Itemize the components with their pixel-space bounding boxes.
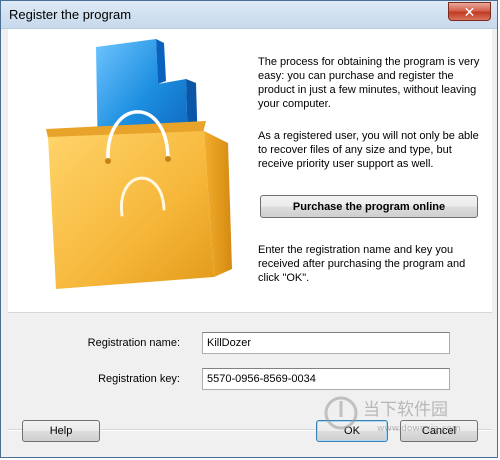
info-panel: The process for obtaining the program is… xyxy=(8,29,492,313)
register-dialog: Register the program ✕ The process for o… xyxy=(0,0,498,458)
info-paragraph-purchase: The process for obtaining the program is… xyxy=(258,56,480,110)
window-title: Register the program xyxy=(9,7,132,22)
info-paragraph-instructions: Enter the registration name and key you … xyxy=(258,244,466,284)
registration-name-field[interactable]: KillDozer xyxy=(202,332,450,354)
registration-name-label: Registration name: xyxy=(87,337,180,349)
registration-key-label: Registration key: xyxy=(98,373,180,385)
close-button[interactable]: ✕ xyxy=(448,2,491,21)
dialog-body: The process for obtaining the program is… xyxy=(8,29,492,452)
cancel-button[interactable]: Cancel xyxy=(400,420,478,442)
registration-key-field[interactable]: 5570-0956-8569-0034 xyxy=(202,368,450,390)
shopping-bag-icon xyxy=(46,39,232,289)
purchase-online-button[interactable]: Purchase the program online xyxy=(260,195,478,218)
ok-button[interactable]: OK xyxy=(316,420,388,442)
help-button[interactable]: Help xyxy=(22,420,100,442)
info-paragraph-benefits: As a registered user, you will not only … xyxy=(258,130,479,170)
title-bar: Register the program ✕ xyxy=(1,1,497,29)
close-icon: ✕ xyxy=(463,3,476,20)
